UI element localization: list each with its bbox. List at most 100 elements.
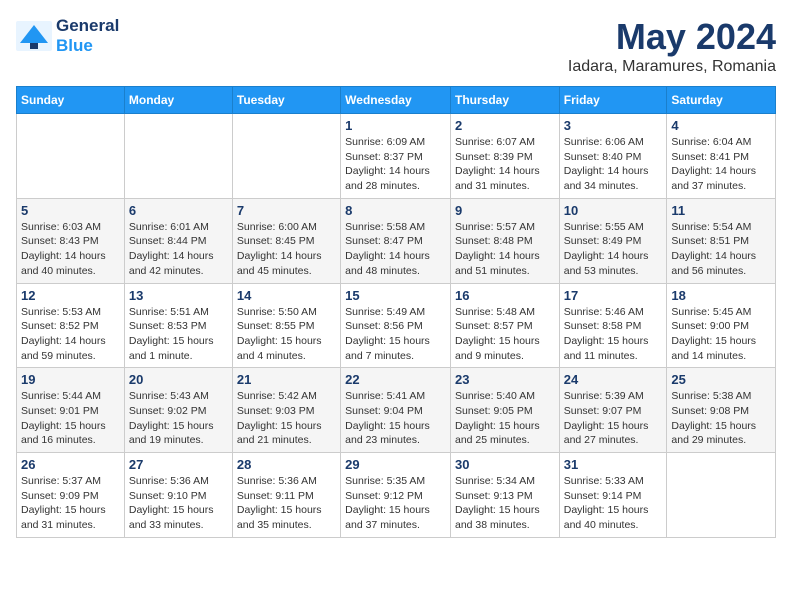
calendar-cell <box>667 453 776 538</box>
calendar-cell: 21 Sunrise: 5:42 AMSunset: 9:03 PMDayligh… <box>232 368 340 453</box>
column-header-monday: Monday <box>124 87 232 114</box>
calendar-cell: 6 Sunrise: 6:01 AMSunset: 8:44 PMDaylight… <box>124 198 232 283</box>
calendar-cell: 9 Sunrise: 5:57 AMSunset: 8:48 PMDaylight… <box>450 198 559 283</box>
day-number: 12 <box>21 288 120 303</box>
calendar-cell: 12 Sunrise: 5:53 AMSunset: 8:52 PMDayligh… <box>17 283 125 368</box>
calendar-week-1: 1 Sunrise: 6:09 AMSunset: 8:37 PMDaylight… <box>17 114 776 199</box>
calendar-week-3: 12 Sunrise: 5:53 AMSunset: 8:52 PMDayligh… <box>17 283 776 368</box>
day-number: 9 <box>455 203 555 218</box>
day-info: Sunrise: 5:40 AMSunset: 9:05 PMDaylight:… <box>455 389 555 448</box>
calendar-cell <box>17 114 125 199</box>
day-number: 4 <box>671 118 771 133</box>
day-number: 7 <box>237 203 336 218</box>
logo: General Blue <box>16 16 119 56</box>
day-number: 11 <box>671 203 771 218</box>
calendar-cell: 13Sunrise: 5:51 AMSunset: 8:53 PMDayligh… <box>124 283 232 368</box>
column-header-saturday: Saturday <box>667 87 776 114</box>
day-number: 30 <box>455 457 555 472</box>
day-number: 6 <box>129 203 228 218</box>
day-info: Sunrise: 6:09 AMSunset: 8:37 PMDaylight:… <box>345 135 446 194</box>
column-header-friday: Friday <box>559 87 667 114</box>
day-info: Sunrise: 6:01 AMSunset: 8:44 PMDaylight:… <box>129 220 228 279</box>
day-number: 24 <box>564 372 663 387</box>
calendar-cell: 18 Sunrise: 5:45 AMSunset: 9:00 PMDayligh… <box>667 283 776 368</box>
day-info: Sunrise: 5:55 AMSunset: 8:49 PMDaylight:… <box>564 220 663 279</box>
day-info: Sunrise: 5:48 AMSunset: 8:57 PMDaylight:… <box>455 305 555 364</box>
day-number: 31 <box>564 457 663 472</box>
calendar-cell: 8 Sunrise: 5:58 AMSunset: 8:47 PMDaylight… <box>341 198 451 283</box>
calendar-cell: 4 Sunrise: 6:04 AMSunset: 8:41 PMDaylight… <box>667 114 776 199</box>
calendar-cell: 15Sunrise: 5:49 AMSunset: 8:56 PMDayligh… <box>341 283 451 368</box>
day-number: 8 <box>345 203 446 218</box>
day-info: Sunrise: 5:53 AMSunset: 8:52 PMDaylight:… <box>21 305 120 364</box>
day-info: Sunrise: 5:45 AMSunset: 9:00 PMDaylight:… <box>671 305 771 364</box>
day-number: 23 <box>455 372 555 387</box>
day-info: Sunrise: 6:07 AMSunset: 8:39 PMDaylight:… <box>455 135 555 194</box>
day-info: Sunrise: 5:43 AMSunset: 9:02 PMDaylight:… <box>129 389 228 448</box>
calendar-cell: 7 Sunrise: 6:00 AMSunset: 8:45 PMDaylight… <box>232 198 340 283</box>
day-number: 28 <box>237 457 336 472</box>
calendar-title: May 2024 <box>568 16 776 58</box>
calendar-cell: 31Sunrise: 5:33 AMSunset: 9:14 PMDayligh… <box>559 453 667 538</box>
calendar-cell: 16Sunrise: 5:48 AMSunset: 8:57 PMDayligh… <box>450 283 559 368</box>
calendar-cell: 5 Sunrise: 6:03 AMSunset: 8:43 PMDaylight… <box>17 198 125 283</box>
day-info: Sunrise: 5:50 AMSunset: 8:55 PMDaylight:… <box>237 305 336 364</box>
day-number: 1 <box>345 118 446 133</box>
calendar-cell <box>124 114 232 199</box>
day-info: Sunrise: 6:03 AMSunset: 8:43 PMDaylight:… <box>21 220 120 279</box>
day-number: 18 <box>671 288 771 303</box>
day-number: 22 <box>345 372 446 387</box>
calendar-week-5: 26Sunrise: 5:37 AMSunset: 9:09 PMDayligh… <box>17 453 776 538</box>
calendar-cell: 24Sunrise: 5:39 AMSunset: 9:07 PMDayligh… <box>559 368 667 453</box>
calendar-cell: 28 Sunrise: 5:36 AMSunset: 9:11 PMDayligh… <box>232 453 340 538</box>
day-number: 25 <box>671 372 771 387</box>
day-number: 19 <box>21 372 120 387</box>
page-header: General Blue May 2024 Iadara, Maramures,… <box>16 16 776 76</box>
day-info: Sunrise: 5:36 AMSunset: 9:10 PMDaylight:… <box>129 474 228 533</box>
calendar-cell: 14Sunrise: 5:50 AMSunset: 8:55 PMDayligh… <box>232 283 340 368</box>
calendar-cell: 10 Sunrise: 5:55 AMSunset: 8:49 PMDayligh… <box>559 198 667 283</box>
calendar-cell: 2 Sunrise: 6:07 AMSunset: 8:39 PMDaylight… <box>450 114 559 199</box>
calendar-cell: 1 Sunrise: 6:09 AMSunset: 8:37 PMDaylight… <box>341 114 451 199</box>
day-info: Sunrise: 6:04 AMSunset: 8:41 PMDaylight:… <box>671 135 771 194</box>
title-section: May 2024 Iadara, Maramures, Romania <box>568 16 776 76</box>
calendar-cell: 17 Sunrise: 5:46 AMSunset: 8:58 PMDayligh… <box>559 283 667 368</box>
calendar-subtitle: Iadara, Maramures, Romania <box>568 58 776 76</box>
day-number: 27 <box>129 457 228 472</box>
day-info: Sunrise: 5:36 AMSunset: 9:11 PMDaylight:… <box>237 474 336 533</box>
calendar-cell: 19Sunrise: 5:44 AMSunset: 9:01 PMDayligh… <box>17 368 125 453</box>
day-info: Sunrise: 5:41 AMSunset: 9:04 PMDaylight:… <box>345 389 446 448</box>
logo-text: General Blue <box>56 16 119 56</box>
day-info: Sunrise: 5:38 AMSunset: 9:08 PMDaylight:… <box>671 389 771 448</box>
calendar-cell: 25 Sunrise: 5:38 AMSunset: 9:08 PMDayligh… <box>667 368 776 453</box>
day-info: Sunrise: 5:35 AMSunset: 9:12 PMDaylight:… <box>345 474 446 533</box>
calendar-week-4: 19Sunrise: 5:44 AMSunset: 9:01 PMDayligh… <box>17 368 776 453</box>
calendar-cell: 30Sunrise: 5:34 AMSunset: 9:13 PMDayligh… <box>450 453 559 538</box>
day-info: Sunrise: 5:49 AMSunset: 8:56 PMDaylight:… <box>345 305 446 364</box>
calendar-cell: 20Sunrise: 5:43 AMSunset: 9:02 PMDayligh… <box>124 368 232 453</box>
day-info: Sunrise: 6:00 AMSunset: 8:45 PMDaylight:… <box>237 220 336 279</box>
logo-icon <box>16 21 52 51</box>
calendar-cell: 27 Sunrise: 5:36 AMSunset: 9:10 PMDayligh… <box>124 453 232 538</box>
calendar-cell: 29 Sunrise: 5:35 AMSunset: 9:12 PMDayligh… <box>341 453 451 538</box>
calendar-header-row: SundayMondayTuesdayWednesdayThursdayFrid… <box>17 87 776 114</box>
day-info: Sunrise: 5:58 AMSunset: 8:47 PMDaylight:… <box>345 220 446 279</box>
column-header-thursday: Thursday <box>450 87 559 114</box>
day-number: 21 <box>237 372 336 387</box>
calendar-table: SundayMondayTuesdayWednesdayThursdayFrid… <box>16 86 776 538</box>
day-info: Sunrise: 5:42 AMSunset: 9:03 PMDaylight:… <box>237 389 336 448</box>
day-number: 3 <box>564 118 663 133</box>
day-number: 17 <box>564 288 663 303</box>
column-header-tuesday: Tuesday <box>232 87 340 114</box>
day-number: 5 <box>21 203 120 218</box>
day-number: 10 <box>564 203 663 218</box>
calendar-cell: 3 Sunrise: 6:06 AMSunset: 8:40 PMDaylight… <box>559 114 667 199</box>
day-number: 29 <box>345 457 446 472</box>
day-number: 2 <box>455 118 555 133</box>
day-info: Sunrise: 5:46 AMSunset: 8:58 PMDaylight:… <box>564 305 663 364</box>
day-info: Sunrise: 5:54 AMSunset: 8:51 PMDaylight:… <box>671 220 771 279</box>
day-info: Sunrise: 6:06 AMSunset: 8:40 PMDaylight:… <box>564 135 663 194</box>
day-number: 13 <box>129 288 228 303</box>
day-info: Sunrise: 5:57 AMSunset: 8:48 PMDaylight:… <box>455 220 555 279</box>
calendar-week-2: 5 Sunrise: 6:03 AMSunset: 8:43 PMDaylight… <box>17 198 776 283</box>
